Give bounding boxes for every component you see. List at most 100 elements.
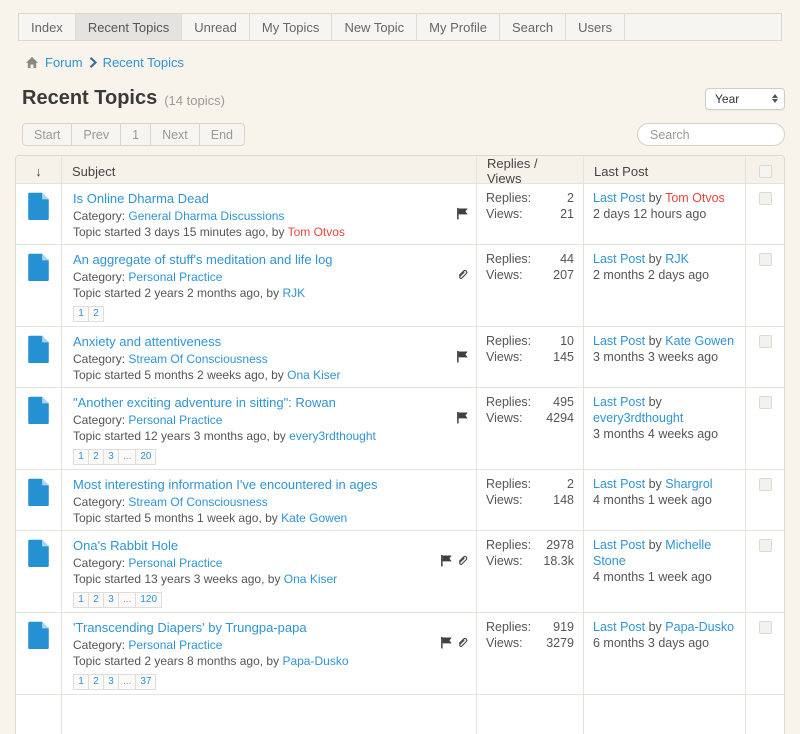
nav-tab-unread[interactable]: Unread bbox=[182, 14, 250, 40]
flag-icon bbox=[456, 411, 469, 424]
category-link[interactable]: Personal Practice bbox=[128, 270, 222, 284]
pagination-next-button[interactable]: Next bbox=[150, 123, 200, 146]
select-all-checkbox[interactable] bbox=[759, 165, 772, 178]
mini-page-button[interactable]: 3 bbox=[103, 592, 119, 608]
mini-page-button[interactable]: 1 bbox=[73, 306, 89, 322]
last-poster[interactable]: every3rdthought bbox=[593, 411, 683, 425]
category-link[interactable]: Personal Practice bbox=[128, 638, 222, 652]
last-poster[interactable]: RJK bbox=[665, 252, 689, 266]
flag-icon bbox=[440, 636, 453, 649]
last-poster[interactable]: Shargrol bbox=[665, 477, 712, 491]
mini-page-button[interactable]: 120 bbox=[135, 592, 162, 608]
year-select[interactable]: Year bbox=[705, 88, 785, 110]
pagination-end-button[interactable]: End bbox=[199, 123, 245, 146]
mini-page-button[interactable]: 3 bbox=[103, 674, 119, 690]
topic-title-link[interactable]: Is Online Dharma Dead bbox=[73, 191, 209, 206]
replies-count: 919 bbox=[553, 619, 574, 635]
table-row: Ona's Rabbit Hole Category: Personal Pra… bbox=[16, 530, 784, 612]
topic-starter[interactable]: Kate Gowen bbox=[281, 511, 347, 525]
mini-page-button[interactable]: 3 bbox=[103, 449, 119, 465]
last-post-time: 2 months 2 days ago bbox=[593, 267, 737, 283]
topic-starter[interactable]: RJK bbox=[282, 286, 305, 300]
nav-tab-search[interactable]: Search bbox=[500, 14, 566, 40]
mini-page-button[interactable]: 1 bbox=[73, 449, 89, 465]
topic-title-link[interactable]: Ona's Rabbit Hole bbox=[73, 538, 178, 553]
mini-page-button[interactable]: 2 bbox=[88, 449, 104, 465]
category-link[interactable]: Personal Practice bbox=[128, 556, 222, 570]
category-link[interactable]: Stream Of Consciousness bbox=[128, 495, 267, 509]
last-post-link[interactable]: Last Post bbox=[593, 334, 645, 348]
category-label: Category: bbox=[73, 638, 125, 652]
nav-tab-index[interactable]: Index bbox=[19, 14, 76, 40]
nav-tab-recent-topics[interactable]: Recent Topics bbox=[76, 14, 182, 40]
nav-tab-users[interactable]: Users bbox=[566, 14, 625, 40]
row-checkbox[interactable] bbox=[759, 335, 772, 348]
mini-page-button[interactable]: 37 bbox=[135, 674, 156, 690]
pagination-start-button[interactable]: Start bbox=[22, 123, 72, 146]
by-label: by bbox=[649, 334, 662, 348]
topic-starter[interactable]: Tom Otvos bbox=[288, 225, 345, 239]
mini-page-button[interactable]: 2 bbox=[88, 674, 104, 690]
topic-starter[interactable]: Papa-Dusko bbox=[282, 654, 348, 668]
nav-tab-my-topics[interactable]: My Topics bbox=[250, 14, 333, 40]
table-row: Is Online Dharma Dead Category: General … bbox=[16, 183, 784, 244]
category-link[interactable]: Personal Practice bbox=[128, 413, 222, 427]
topic-starter[interactable]: Ona Kiser bbox=[287, 368, 340, 382]
mini-page-button[interactable]: 2 bbox=[88, 306, 104, 322]
topic-title-link[interactable]: Anxiety and attentiveness bbox=[73, 334, 221, 349]
nav-tab-new-topic[interactable]: New Topic bbox=[332, 14, 417, 40]
toolbar: Start Prev 1 Next End bbox=[22, 123, 785, 146]
table-row: Anxiety and attentiveness Category: Stre… bbox=[16, 326, 784, 387]
last-post-link[interactable]: Last Post bbox=[593, 477, 645, 491]
mini-page-button[interactable]: 2 bbox=[88, 592, 104, 608]
flag-icon bbox=[456, 207, 469, 220]
last-poster[interactable]: Papa-Dusko bbox=[665, 620, 734, 634]
row-checkbox[interactable] bbox=[759, 192, 772, 205]
row-checkbox[interactable] bbox=[759, 396, 772, 409]
last-post-link[interactable]: Last Post bbox=[593, 395, 645, 409]
row-checkbox[interactable] bbox=[759, 478, 772, 491]
mini-page-button[interactable]: 20 bbox=[135, 449, 156, 465]
search-input[interactable] bbox=[638, 124, 785, 145]
topic-starter[interactable]: Ona Kiser bbox=[284, 572, 337, 586]
row-checkbox[interactable] bbox=[759, 539, 772, 552]
views-count: 145 bbox=[553, 349, 574, 365]
topic-title-link[interactable]: "Another exciting adventure in sitting":… bbox=[73, 395, 336, 410]
topic-starter[interactable]: every3rdthought bbox=[289, 429, 376, 443]
topic-started-text: Topic started 5 months 1 week ago, by bbox=[73, 511, 278, 525]
topic-title-link[interactable]: Most interesting information I've encoun… bbox=[73, 477, 378, 492]
last-post-link[interactable]: Last Post bbox=[593, 620, 645, 634]
pagination-prev-button[interactable]: Prev bbox=[71, 123, 121, 146]
replies-label: Replies: bbox=[486, 537, 531, 553]
by-label: by bbox=[649, 538, 662, 552]
breadcrumb-recent-topics-link[interactable]: Recent Topics bbox=[103, 55, 184, 70]
topic-title-link[interactable]: An aggregate of stuff's meditation and l… bbox=[73, 252, 333, 267]
row-checkbox[interactable] bbox=[759, 621, 772, 634]
last-poster[interactable]: Kate Gowen bbox=[665, 334, 734, 348]
table-row-partial bbox=[16, 694, 784, 734]
row-checkbox[interactable] bbox=[759, 253, 772, 266]
table-row: Most interesting information I've encoun… bbox=[16, 469, 784, 530]
last-post-link[interactable]: Last Post bbox=[593, 252, 645, 266]
mini-page-button[interactable]: 1 bbox=[73, 674, 89, 690]
replies-label: Replies: bbox=[486, 333, 531, 349]
views-count: 18.3k bbox=[543, 553, 574, 569]
nav-tab-my-profile[interactable]: My Profile bbox=[417, 14, 500, 40]
mini-page-button[interactable]: 1 bbox=[73, 592, 89, 608]
pagination-page-1-button[interactable]: 1 bbox=[120, 123, 151, 146]
last-post-link[interactable]: Last Post bbox=[593, 538, 645, 552]
title-row: Recent Topics (14 topics) Year bbox=[22, 87, 785, 110]
breadcrumb-forum-link[interactable]: Forum bbox=[45, 55, 83, 70]
paperclip-icon bbox=[456, 268, 469, 281]
sort-desc-icon[interactable]: ↓ bbox=[16, 156, 61, 186]
topic-title-link[interactable]: 'Transcending Diapers' by Trungpa-papa bbox=[73, 620, 307, 635]
category-link[interactable]: General Dharma Discussions bbox=[128, 209, 284, 223]
replies-count: 2 bbox=[567, 190, 574, 206]
category-link[interactable]: Stream Of Consciousness bbox=[128, 352, 267, 366]
last-post-link[interactable]: Last Post bbox=[593, 191, 645, 205]
views-label: Views: bbox=[486, 553, 523, 569]
topic-count: (14 topics) bbox=[164, 89, 225, 108]
page-title: Recent Topics bbox=[22, 87, 157, 110]
last-poster[interactable]: Tom Otvos bbox=[665, 191, 725, 205]
year-select-value: Year bbox=[715, 92, 739, 106]
